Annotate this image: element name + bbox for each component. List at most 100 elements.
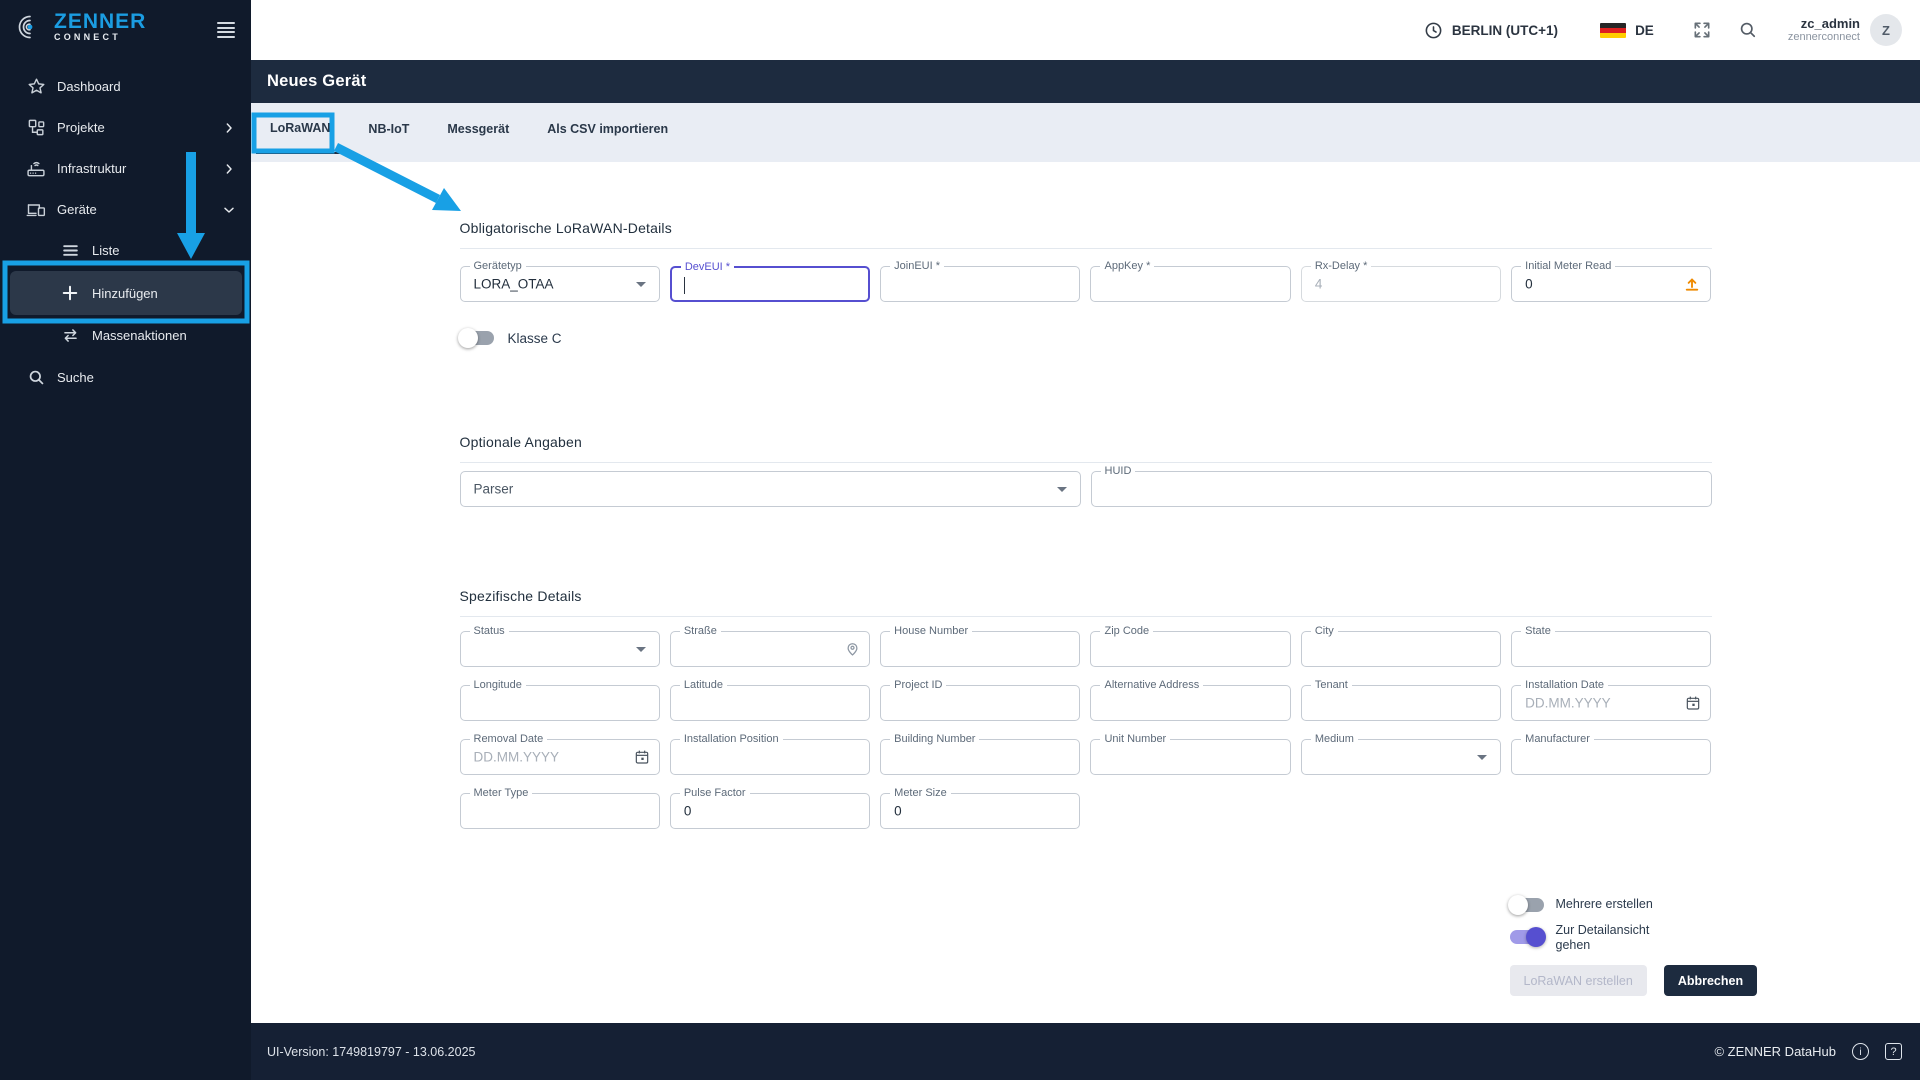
star-icon: [26, 77, 46, 97]
sidebar-item-dashboard[interactable]: Dashboard: [0, 66, 251, 107]
plus-icon: [60, 283, 80, 303]
field-city[interactable]: City: [1300, 625, 1502, 667]
main-area: BERLIN (UTC+1) DE zc_admin zennerconnect…: [251, 0, 1920, 1080]
projects-icon: [26, 118, 46, 138]
footer: UI-Version: 1749819797 - 13.06.2025 © ZE…: [251, 1023, 1920, 1080]
language-flag-icon[interactable]: [1600, 22, 1627, 38]
chevron-down-icon: [221, 202, 237, 218]
field-huid[interactable]: HUID: [1090, 465, 1712, 507]
field-status-select[interactable]: Status: [459, 625, 660, 667]
brand-logo: ZENNER CONNECT: [14, 10, 147, 42]
field-meter-size[interactable]: Meter Size 0: [880, 787, 1081, 829]
field-geraetetyp-select[interactable]: Gerätetyp LORA_OTAA: [459, 260, 660, 302]
field-medium-select[interactable]: Medium: [1300, 733, 1502, 775]
zur-detailansicht-label: Zur Detailansicht gehen: [1555, 923, 1650, 952]
field-meter-type[interactable]: Meter Type: [459, 787, 660, 829]
field-longitude[interactable]: Longitude: [459, 679, 660, 721]
divider: [459, 462, 1712, 463]
field-unit-number[interactable]: Unit Number: [1090, 733, 1291, 775]
brand-name: ZENNER: [54, 10, 147, 33]
divider: [459, 248, 1712, 249]
lorawan-erstellen-button[interactable]: LoRaWAN erstellen: [1509, 965, 1647, 996]
search-icon[interactable]: [1738, 20, 1758, 40]
field-pulse-factor[interactable]: Pulse Factor 0: [669, 787, 871, 829]
chevron-down-icon: [635, 282, 646, 287]
calendar-icon[interactable]: [1685, 695, 1701, 711]
field-house-number[interactable]: House Number: [880, 625, 1081, 667]
menu-toggle-icon[interactable]: [217, 22, 235, 40]
field-appkey[interactable]: AppKey *: [1090, 260, 1291, 302]
location-pin-icon[interactable]: [845, 642, 860, 657]
field-deveui[interactable]: DevEUI *: [669, 261, 871, 302]
brand-sub: CONNECT: [54, 32, 121, 42]
field-removal-date[interactable]: Removal Date DD.MM.YYYY: [459, 733, 660, 775]
sidebar: ZENNER CONNECT Dashboard Projekte Infras…: [0, 0, 251, 1080]
field-tenant[interactable]: Tenant: [1300, 679, 1502, 721]
form-actions: Mehrere erstellen Zur Detailansicht gehe…: [1507, 895, 1758, 996]
sidebar-item-geraete[interactable]: Geräte: [0, 189, 251, 230]
section-specific: Spezifische Details Status Straße House …: [459, 588, 1712, 829]
klasse-c-toggle[interactable]: [457, 328, 494, 348]
avatar[interactable]: Z: [1870, 14, 1902, 46]
sidebar-item-suche[interactable]: Suche: [0, 357, 251, 398]
field-rxdelay: Rx-Delay * 4: [1300, 260, 1502, 302]
sidebar-item-massenaktionen[interactable]: Massenaktionen: [0, 315, 251, 356]
help-icon[interactable]: ?: [1885, 1043, 1902, 1060]
list-icon: [60, 241, 80, 261]
timezone-selector[interactable]: BERLIN (UTC+1): [1424, 21, 1558, 40]
field-installation-position[interactable]: Installation Position: [669, 733, 871, 775]
app-window: ZENNER CONNECT Dashboard Projekte Infras…: [0, 0, 1920, 1080]
mehrere-erstellen-toggle[interactable]: [1507, 895, 1544, 915]
ui-version: UI-Version: 1749819797 - 13.06.2025: [267, 1044, 476, 1059]
field-alternative-address[interactable]: Alternative Address: [1090, 679, 1291, 721]
user-menu[interactable]: zc_admin zennerconnect: [1788, 16, 1860, 44]
mehrere-erstellen-label: Mehrere erstellen: [1555, 897, 1653, 911]
tab-nbiot[interactable]: NB-IoT: [354, 103, 423, 154]
page-header: Neues Gerät: [251, 60, 1920, 103]
language-label[interactable]: DE: [1635, 23, 1654, 38]
field-latitude[interactable]: Latitude: [669, 679, 871, 721]
sidebar-item-infrastruktur[interactable]: Infrastruktur: [0, 148, 251, 189]
devices-icon: [26, 200, 46, 220]
field-strasse[interactable]: Straße: [669, 625, 871, 667]
chevron-down-icon: [635, 647, 646, 652]
info-icon[interactable]: i: [1852, 1043, 1869, 1060]
copyright: © ZENNER DataHub: [1714, 1044, 1836, 1059]
search-icon: [26, 368, 46, 388]
text-cursor: [683, 277, 686, 294]
field-initial-meter-read[interactable]: Initial Meter Read 0: [1511, 260, 1712, 302]
sidebar-item-hinzufuegen[interactable]: Hinzufügen: [0, 271, 251, 315]
calendar-icon[interactable]: [634, 749, 650, 765]
fullscreen-icon[interactable]: [1692, 20, 1712, 40]
zur-detailansicht-toggle[interactable]: [1509, 927, 1546, 947]
field-manufacturer[interactable]: Manufacturer: [1511, 733, 1712, 775]
swap-arrows-icon: [60, 326, 80, 346]
tabbar: LoRaWAN NB-IoT Messgerät Als CSV importi…: [251, 103, 1920, 162]
chevron-right-icon: [221, 120, 237, 136]
tab-csv-import[interactable]: Als CSV importieren: [533, 103, 682, 154]
tab-lorawan[interactable]: LoRaWAN: [256, 103, 345, 154]
chevron-right-icon: [221, 161, 237, 177]
tab-messgeraet[interactable]: Messgerät: [433, 103, 523, 154]
divider: [459, 616, 1712, 617]
section-mandatory: Obligatorische LoRaWAN-Details Gerätetyp…: [457, 162, 1712, 348]
abbrechen-button[interactable]: Abbrechen: [1663, 965, 1758, 996]
topbar: BERLIN (UTC+1) DE zc_admin zennerconnect…: [251, 0, 1920, 60]
form-content: Obligatorische LoRaWAN-Details Gerätetyp…: [251, 162, 1920, 1023]
sidebar-item-liste[interactable]: Liste: [0, 230, 251, 271]
zenner-logo-icon: [18, 15, 33, 39]
section-title: Optionale Angaben: [459, 434, 583, 450]
upload-icon[interactable]: [1683, 275, 1701, 293]
field-zip-code[interactable]: Zip Code: [1090, 625, 1291, 667]
chevron-down-icon: [1056, 487, 1067, 492]
sidebar-item-projekte[interactable]: Projekte: [0, 107, 251, 148]
router-icon: [26, 159, 46, 179]
field-project-id[interactable]: Project ID: [880, 679, 1081, 721]
field-installation-date[interactable]: Installation Date DD.MM.YYYY: [1511, 679, 1712, 721]
field-building-number[interactable]: Building Number: [880, 733, 1081, 775]
field-state[interactable]: State: [1511, 625, 1712, 667]
section-optional: Optionale Angaben Parser HUID: [459, 434, 1712, 507]
field-parser-select[interactable]: Parser: [459, 471, 1081, 507]
chevron-down-icon: [1477, 755, 1488, 760]
field-joineui[interactable]: JoinEUI *: [880, 260, 1081, 302]
